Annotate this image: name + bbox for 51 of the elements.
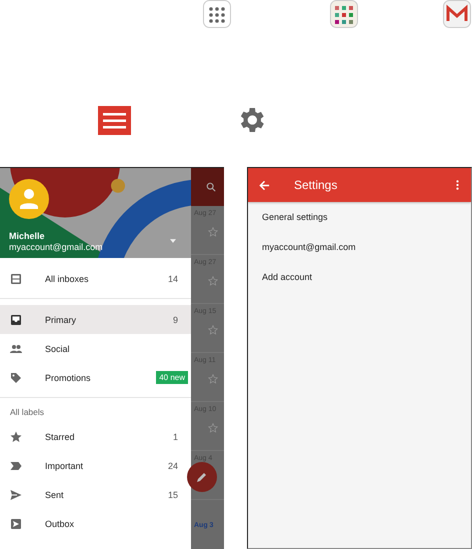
app-folder-icon[interactable] [330, 0, 358, 28]
drawer-item[interactable]: Promotions 40 new [0, 363, 191, 392]
new-count-badge: 40 new [156, 371, 188, 384]
send-icon [10, 488, 22, 500]
item-count: 15 [168, 490, 178, 500]
drawer-item[interactable]: Primary 9 [0, 305, 191, 334]
back-icon[interactable] [259, 180, 270, 190]
screen-title: Settings [294, 178, 338, 192]
settings-item[interactable]: myaccount@gmail.com [248, 232, 471, 262]
caret-icon[interactable] [170, 239, 176, 243]
item-count: 14 [168, 274, 178, 284]
menu-icon[interactable] [98, 106, 131, 134]
star-icon[interactable] [208, 325, 218, 335]
inboxes-icon [10, 272, 22, 284]
item-label: Outbox [45, 518, 76, 528]
item-label: Starred [45, 432, 76, 442]
item-label: Primary [45, 314, 77, 324]
drawer-item[interactable]: Important 24 [0, 451, 191, 480]
apps-icon[interactable] [203, 0, 231, 28]
avatar-icon[interactable] [9, 179, 49, 219]
tag-icon [10, 372, 22, 384]
compose-button[interactable] [187, 462, 217, 492]
settings-item[interactable]: Add account [248, 262, 471, 292]
star-icon[interactable] [208, 276, 218, 286]
settings-item[interactable]: General settings [248, 202, 471, 232]
item-label: Important [45, 460, 84, 470]
star-icon[interactable] [208, 374, 218, 384]
section-heading: All labels [9, 406, 46, 419]
item-count: 9 [172, 314, 178, 324]
item-label: Sent [45, 490, 65, 500]
drawer-item[interactable]: Social [0, 334, 191, 363]
item-label: All inboxes [45, 274, 90, 284]
search-icon[interactable] [206, 182, 216, 192]
drawer-item[interactable]: Outbox [0, 509, 191, 538]
star-icon[interactable] [208, 423, 218, 433]
outbox-icon [10, 518, 22, 530]
item-count: 24 [168, 460, 178, 470]
item-label: Social [45, 344, 71, 354]
label-icon [10, 460, 22, 472]
drawer-item[interactable]: Starred 1 [0, 422, 191, 451]
drawer-item[interactable]: All inboxes 14 [0, 264, 191, 293]
inbox-icon [10, 314, 22, 326]
item-label: Promotions [45, 372, 92, 382]
star-icon[interactable] [208, 227, 218, 237]
star-icon [10, 430, 22, 442]
more-icon[interactable] [456, 180, 459, 190]
drawer-item[interactable]: Sent 15 [0, 480, 191, 509]
mail-icon[interactable] [443, 0, 471, 28]
item-count: 1 [172, 432, 178, 442]
people-icon [10, 342, 22, 354]
account-name: Michelle [9, 231, 46, 242]
